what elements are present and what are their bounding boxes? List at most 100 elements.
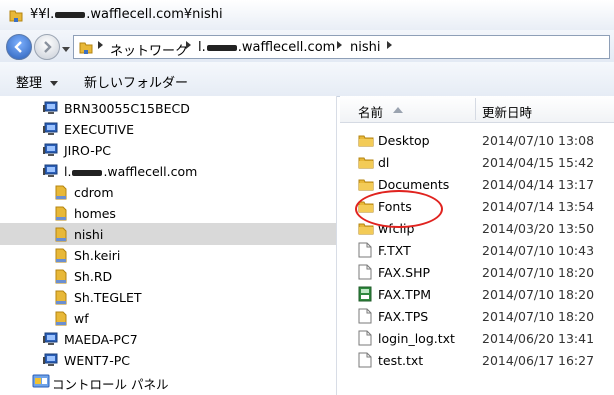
breadcrumb-separator[interactable]: [387, 41, 392, 49]
text-file-icon: [358, 352, 372, 371]
navigation-tree: BRN30055C15BECD EXECUTIVE JIRO-PC l. .waffle…: [0, 96, 337, 395]
file-name: FAX.TPM: [378, 287, 432, 302]
file-date-modified: 2014/07/10 18:20: [482, 287, 595, 302]
tree-item-label: Sh.keiri: [74, 248, 121, 263]
redaction-mark: [72, 169, 103, 176]
breadcrumb-separator[interactable]: [98, 41, 103, 49]
address-row: ネットワーク l. .wafflecell.com nishi: [0, 30, 614, 62]
file-row[interactable]: dl 2014/04/15 15:42: [340, 151, 614, 173]
tree-item[interactable]: JIRO-PC: [0, 139, 336, 161]
computer-icon: [42, 163, 60, 182]
file-name: FAX.SHP: [378, 265, 431, 280]
folder-icon: [358, 176, 374, 195]
back-button[interactable]: [6, 34, 32, 60]
column-header-date-modified[interactable]: 更新日時: [482, 102, 532, 121]
title-bar: ¥¥l. .wafflecell.com¥nishi: [0, 0, 614, 31]
tree-item[interactable]: nishi: [0, 223, 336, 245]
redaction-mark: [206, 44, 237, 51]
file-name: FAX.TPS: [378, 309, 429, 324]
shared-folder-icon: [54, 247, 68, 266]
file-date-modified: 2014/07/14 13:54: [482, 199, 595, 214]
file-date-modified: 2014/07/10 13:08: [482, 133, 595, 148]
column-divider[interactable]: [475, 98, 476, 120]
tree-item-label: homes: [74, 206, 116, 221]
file-list-pane: 名前 更新日時 Desktop 2014/07/10 13:08 dl 2014/04…: [340, 96, 614, 395]
window-title: ¥¥l. .wafflecell.com¥nishi: [30, 7, 223, 22]
shared-folder-icon: [54, 268, 68, 287]
green-file-icon: [358, 286, 372, 305]
breadcrumb-separator[interactable]: [186, 41, 191, 49]
tree-item[interactable]: homes: [0, 202, 336, 224]
column-headers: 名前 更新日時: [340, 96, 614, 123]
text-file-icon: [358, 308, 372, 327]
tree-item[interactable]: wf: [0, 307, 336, 329]
recent-pages-dropdown[interactable]: [62, 42, 70, 56]
shared-folder-icon: [54, 226, 68, 245]
tree-item[interactable]: コントロール パネル: [0, 370, 336, 392]
file-date-modified: 2014/07/10 18:20: [482, 265, 595, 280]
folder-icon: [358, 132, 374, 151]
shared-folder-icon: [54, 289, 68, 308]
tree-item[interactable]: EXECUTIVE: [0, 118, 336, 140]
file-name: dl: [378, 155, 390, 170]
arrow-left-icon: [14, 41, 22, 53]
file-date-modified: 2014/03/20 13:50: [482, 221, 595, 236]
organize-button[interactable]: 整理: [16, 72, 59, 91]
file-date-modified: 2014/04/14 13:17: [482, 177, 595, 192]
chevron-down-icon: [62, 47, 70, 52]
file-row[interactable]: Desktop 2014/07/10 13:08: [340, 129, 614, 151]
computer-icon: [42, 352, 60, 371]
tree-item-label: Sh.TEGLET: [74, 290, 142, 305]
computer-icon: [42, 121, 60, 140]
tree-item[interactable]: MAEDA-PC7: [0, 328, 336, 350]
control-panel-icon: [32, 373, 50, 392]
file-date-modified: 2014/06/20 13:41: [482, 331, 595, 346]
file-row[interactable]: FAX.TPS 2014/07/10 18:20: [340, 305, 614, 327]
folder-icon: [358, 154, 374, 173]
file-name: login_log.txt: [378, 331, 455, 346]
shared-folder-icon: [54, 184, 68, 203]
arrow-right-icon: [44, 41, 52, 53]
text-file-icon: [358, 264, 372, 283]
forward-button[interactable]: [34, 34, 60, 60]
tree-item[interactable]: WENT7-PC: [0, 349, 336, 371]
breadcrumb-separator[interactable]: [337, 41, 342, 49]
file-row[interactable]: FAX.TPM 2014/07/10 18:20: [340, 283, 614, 305]
tree-item-label: cdrom: [74, 185, 114, 200]
file-date-modified: 2014/04/15 15:42: [482, 155, 595, 170]
shared-folder-icon: [54, 205, 68, 224]
column-header-name[interactable]: 名前: [358, 102, 383, 121]
file-date-modified: 2014/06/17 16:27: [482, 353, 595, 368]
tree-item-label: EXECUTIVE: [64, 122, 135, 137]
new-folder-button[interactable]: 新しいフォルダー: [84, 72, 188, 91]
tree-item[interactable]: cdrom: [0, 181, 336, 203]
breadcrumb-network[interactable]: ネットワーク: [110, 40, 188, 59]
highlight-circle: [355, 190, 443, 228]
redaction-mark: [55, 11, 86, 18]
file-name: F.TXT: [378, 243, 411, 258]
tree-item-label: wf: [74, 311, 89, 326]
sort-ascending-icon: [393, 107, 403, 113]
text-file-icon: [358, 330, 372, 349]
network-folder-icon: [8, 7, 24, 26]
file-row[interactable]: F.TXT 2014/07/10 10:43: [340, 239, 614, 261]
tree-item[interactable]: l. .wafflecell.com: [0, 160, 336, 182]
breadcrumb-host[interactable]: l. .wafflecell.com: [198, 40, 335, 55]
tree-item-label: JIRO-PC: [64, 143, 112, 158]
file-name: Desktop: [378, 133, 430, 148]
breadcrumb-nishi[interactable]: nishi: [350, 40, 380, 55]
file-row[interactable]: FAX.SHP 2014/07/10 18:20: [340, 261, 614, 283]
network-folder-icon: [78, 39, 94, 58]
tree-item-label: BRN30055C15BECD: [64, 101, 190, 116]
file-row[interactable]: test.txt 2014/06/17 16:27: [340, 349, 614, 371]
tree-item[interactable]: Sh.keiri: [0, 244, 336, 266]
text-file-icon: [358, 242, 372, 261]
address-bar[interactable]: ネットワーク l. .wafflecell.com nishi: [73, 35, 610, 59]
tree-item[interactable]: Sh.RD: [0, 265, 336, 287]
file-row[interactable]: login_log.txt 2014/06/20 13:41: [340, 327, 614, 349]
shared-folder-icon: [54, 310, 68, 329]
tree-item[interactable]: BRN30055C15BECD: [0, 97, 336, 119]
computer-icon: [42, 331, 60, 350]
tree-item-label: WENT7-PC: [64, 353, 130, 368]
tree-item[interactable]: Sh.TEGLET: [0, 286, 336, 308]
